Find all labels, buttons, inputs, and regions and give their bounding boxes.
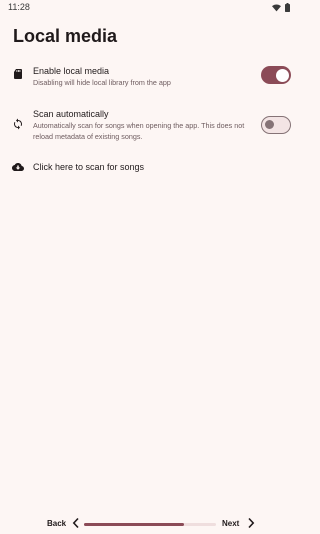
enable-local-media-toggle[interactable] (261, 66, 291, 84)
sync-icon (14, 118, 22, 130)
cloud-download-icon (12, 163, 24, 171)
progress-track (84, 523, 216, 526)
bottom-navigation: Back Next (0, 514, 300, 534)
chevron-right-icon[interactable] (247, 517, 255, 529)
chevron-left-icon[interactable] (72, 517, 80, 529)
wifi-icon (272, 3, 281, 11)
enable-local-media-title: Enable local media (33, 66, 110, 76)
scan-automatically-row[interactable]: Scan automatically Automatically scan fo… (0, 105, 300, 145)
enable-local-media-subtitle: Disabling will hide local library from t… (33, 78, 171, 87)
status-bar: 11:28 (0, 0, 300, 16)
scan-automatically-title: Scan automatically (33, 109, 109, 119)
scan-automatically-toggle[interactable] (261, 116, 291, 134)
sd-card-icon (14, 69, 22, 79)
status-icons (272, 3, 290, 12)
scan-for-songs-row[interactable]: Click here to scan for songs (0, 157, 300, 177)
page-title: Local media (13, 26, 118, 46)
status-time: 11:28 (8, 2, 30, 12)
next-button[interactable]: Next (222, 519, 239, 528)
progress-fill (84, 523, 185, 526)
enable-local-media-row[interactable]: Enable local media Disabling will hide l… (0, 62, 300, 90)
battery-icon (285, 3, 290, 12)
toggle-knob (265, 120, 274, 129)
back-button[interactable]: Back (47, 519, 66, 528)
scan-for-songs-label: Click here to scan for songs (33, 162, 145, 172)
scan-automatically-subtitle: Automatically scan for songs when openin… (33, 121, 245, 141)
toggle-knob (275, 68, 289, 82)
